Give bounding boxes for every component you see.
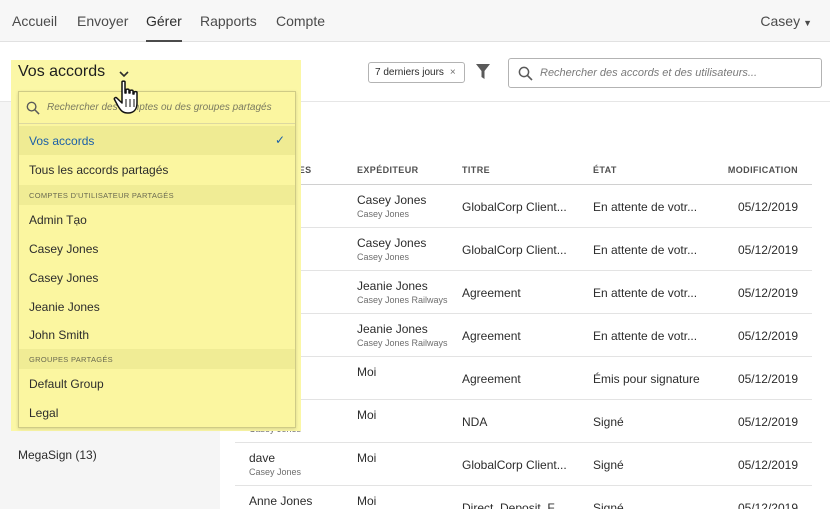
menu-item-group[interactable]: Default Group [19,369,295,398]
menu-item-label: Tous les accords partagés [29,163,169,177]
agreement-state: Signé [593,458,624,472]
sender-name: Jeanie Jones [357,279,428,293]
date-filter-chip[interactable]: 7 derniers jours × [368,62,465,83]
search-icon [26,101,40,115]
close-icon[interactable]: × [450,67,456,78]
modified-date: 05/12/2019 [737,286,798,300]
hand-cursor-icon [113,80,138,114]
menu-item-user[interactable]: John Smith [19,320,295,349]
dropdown-search-placeholder: Rechercher des comptes ou des groupes pa… [47,102,272,113]
agreement-title: NDA [462,415,488,429]
modified-date: 05/12/2019 [737,329,798,343]
sender-name: Casey Jones [357,236,427,250]
agreement-state: En attente de votr... [593,286,698,300]
menu-item-group[interactable]: Legal [19,398,295,427]
tab-gerer[interactable]: Gérer [146,13,182,42]
tab-accueil[interactable]: Accueil [12,13,57,29]
sender-company: Casey Jones Railways [357,338,448,348]
menu-item-vos-accords[interactable]: Vos accords ✓ [19,126,295,155]
sender-name: Moi [357,408,377,422]
header-title[interactable]: TITRE [462,165,490,175]
menu-item-user[interactable]: Casey Jones [19,234,295,263]
header-modified[interactable]: MODIFICATION [728,165,798,175]
sender-name: Jeanie Jones [357,322,428,336]
modified-date: 05/12/2019 [737,200,798,214]
agreement-state: En attente de votr... [593,329,698,343]
tab-compte[interactable]: Compte [276,13,325,29]
user-menu[interactable]: Casey ▼ [760,13,812,29]
table-row[interactable]: Casey JonesMoiNDASigné05/12/2019 [235,400,812,443]
agreement-title: Agreement [462,286,521,300]
search-placeholder: Rechercher des accords et des utilisateu… [540,67,758,79]
agreements-table: AIRES EXPÉDITEUR TITRE ÉTAT MODIFICATION… [235,155,812,509]
table-row[interactable]: esRailwaysJeanie JonesCasey Jones Railwa… [235,271,812,314]
table-row[interactable]: esRailwaysCasey JonesCasey JonesGlobalCo… [235,185,812,228]
user-name: Casey [760,13,801,29]
modified-date: 05/12/2019 [737,501,798,509]
section-header-groups: GROUPES PARTAGÉS [19,349,295,369]
sender-company: Casey Jones Railways [357,295,448,305]
dropdown-search-input[interactable]: Rechercher des comptes ou des groupes pa… [19,92,295,124]
menu-item-user[interactable]: Casey Jones [19,263,295,292]
agreement-title: Agreement [462,372,521,386]
recipient-name: dave [249,451,276,465]
search-input[interactable]: Rechercher des accords et des utilisateu… [508,58,822,88]
modified-date: 05/12/2019 [737,372,798,386]
sender-name: Moi [357,365,377,379]
agreements-selector[interactable]: Vos accords [18,63,105,81]
agreement-state: En attente de votr... [593,200,698,214]
left-rail-item-megasign[interactable]: MegaSign (13) [18,448,97,462]
recipient-company: Casey Jones [249,467,302,477]
agreement-state: Émis pour signature [593,372,700,386]
agreement-state: Signé [593,415,624,429]
chevron-down-icon[interactable] [119,71,129,78]
menu-item-label: Vos accords [29,134,95,148]
agreement-title: Direct_Deposit_F... [462,501,564,509]
menu-item-tous-accords-partages[interactable]: Tous les accords partagés [19,155,295,184]
table-row[interactable]: esMoiAgreementÉmis pour signature05/12/2… [235,357,812,400]
sender-name: Moi [357,494,377,508]
tab-envoyer[interactable]: Envoyer [77,13,128,29]
agreement-title: GlobalCorp Client... [462,458,567,472]
chevron-down-icon: ▼ [803,18,812,28]
filter-icon[interactable] [476,64,490,80]
sender-name: Moi [357,451,377,465]
agreements-dropdown: Rechercher des comptes ou des groupes pa… [11,88,301,431]
sender-name: Casey Jones [357,193,427,207]
modified-date: 05/12/2019 [737,458,798,472]
search-icon [518,66,533,81]
table-row[interactable]: Anne Jones Moi Direct_Deposit_F... Signé 05/… [235,486,812,509]
agreement-state: En attente de votr... [593,243,698,257]
dropdown-panel: Rechercher des comptes ou des groupes pa… [18,91,296,428]
checkmark-icon: ✓ [274,133,285,147]
header-sender[interactable]: EXPÉDITEUR [357,165,419,175]
modified-date: 05/12/2019 [737,243,798,257]
date-filter-label: 7 derniers jours [375,67,444,78]
sender-company: Casey Jones [357,209,410,219]
section-header-users: COMPTES D'UTILISATEUR PARTAGÉS [19,185,295,205]
header-state[interactable]: ÉTAT [593,165,617,175]
recipient-name: Anne Jones [249,494,313,508]
tab-rapports[interactable]: Rapports [200,13,257,29]
menu-item-user[interactable]: Jeanie Jones [19,292,295,321]
agreement-title: GlobalCorp Client... [462,243,567,257]
agreement-state: Signé [593,501,624,509]
table-row[interactable]: esRailwaysJeanie JonesCasey Jones Railwa… [235,314,812,357]
menu-item-user[interactable]: Admin Tạo [19,205,295,234]
agreement-title: Agreement [462,329,521,343]
sender-company: Casey Jones [357,252,410,262]
top-nav: Accueil Envoyer Gérer Rapports Compte Ca… [0,0,830,42]
table-row[interactable]: esRailwaysCasey JonesCasey JonesGlobalCo… [235,228,812,271]
agreement-title: GlobalCorp Client... [462,200,567,214]
table-header: AIRES EXPÉDITEUR TITRE ÉTAT MODIFICATION [235,155,812,185]
table-row[interactable]: dave Casey Jones Moi GlobalCorp Client... Si… [235,443,812,486]
modified-date: 05/12/2019 [737,415,798,429]
